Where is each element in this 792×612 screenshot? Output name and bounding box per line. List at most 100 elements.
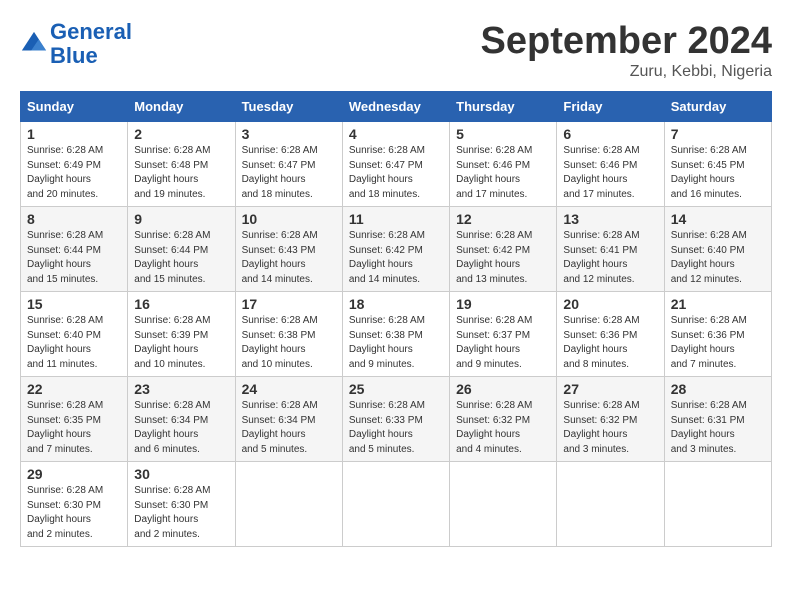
calendar-day-cell: 13 Sunrise: 6:28 AMSunset: 6:41 PMDaylig… — [557, 207, 664, 292]
day-number: 10 — [242, 211, 336, 227]
day-info: Sunrise: 6:28 AMSunset: 6:32 PMDaylight … — [456, 399, 550, 457]
calendar-day-cell: 6 Sunrise: 6:28 AMSunset: 6:46 PMDayligh… — [557, 122, 664, 207]
month-title: September 2024 — [481, 20, 773, 63]
logo-text: General Blue — [50, 20, 132, 68]
calendar-day-cell: 20 Sunrise: 6:28 AMSunset: 6:36 PMDaylig… — [557, 292, 664, 377]
weekday-header: Friday — [557, 92, 664, 122]
calendar-day-cell: 9 Sunrise: 6:28 AMSunset: 6:44 PMDayligh… — [128, 207, 235, 292]
calendar-day-cell — [342, 462, 449, 547]
weekday-header: Sunday — [21, 92, 128, 122]
calendar-day-cell: 2 Sunrise: 6:28 AMSunset: 6:48 PMDayligh… — [128, 122, 235, 207]
day-number: 21 — [671, 296, 765, 312]
day-number: 15 — [27, 296, 121, 312]
day-info: Sunrise: 6:28 AMSunset: 6:46 PMDaylight … — [456, 144, 550, 202]
day-number: 20 — [563, 296, 657, 312]
calendar-header-row: SundayMondayTuesdayWednesdayThursdayFrid… — [21, 92, 772, 122]
weekday-header: Wednesday — [342, 92, 449, 122]
day-info: Sunrise: 6:28 AMSunset: 6:48 PMDaylight … — [134, 144, 228, 202]
day-info: Sunrise: 6:28 AMSunset: 6:30 PMDaylight … — [27, 484, 121, 542]
calendar-day-cell: 15 Sunrise: 6:28 AMSunset: 6:40 PMDaylig… — [21, 292, 128, 377]
logo-line2: Blue — [50, 43, 98, 68]
day-number: 30 — [134, 466, 228, 482]
day-number: 6 — [563, 126, 657, 142]
day-number: 7 — [671, 126, 765, 142]
logo-line1: General — [50, 19, 132, 44]
day-info: Sunrise: 6:28 AMSunset: 6:38 PMDaylight … — [242, 314, 336, 372]
day-info: Sunrise: 6:28 AMSunset: 6:38 PMDaylight … — [349, 314, 443, 372]
calendar-week-row: 8 Sunrise: 6:28 AMSunset: 6:44 PMDayligh… — [21, 207, 772, 292]
day-info: Sunrise: 6:28 AMSunset: 6:40 PMDaylight … — [27, 314, 121, 372]
day-number: 26 — [456, 381, 550, 397]
day-number: 25 — [349, 381, 443, 397]
day-number: 13 — [563, 211, 657, 227]
page-header: General Blue September 2024 Zuru, Kebbi,… — [20, 20, 772, 81]
day-info: Sunrise: 6:28 AMSunset: 6:47 PMDaylight … — [242, 144, 336, 202]
calendar-day-cell: 22 Sunrise: 6:28 AMSunset: 6:35 PMDaylig… — [21, 377, 128, 462]
day-info: Sunrise: 6:28 AMSunset: 6:44 PMDaylight … — [27, 229, 121, 287]
location: Zuru, Kebbi, Nigeria — [481, 63, 773, 81]
calendar-week-row: 1 Sunrise: 6:28 AMSunset: 6:49 PMDayligh… — [21, 122, 772, 207]
weekday-header: Saturday — [664, 92, 771, 122]
day-number: 18 — [349, 296, 443, 312]
day-info: Sunrise: 6:28 AMSunset: 6:47 PMDaylight … — [349, 144, 443, 202]
day-info: Sunrise: 6:28 AMSunset: 6:34 PMDaylight … — [134, 399, 228, 457]
calendar-day-cell: 24 Sunrise: 6:28 AMSunset: 6:34 PMDaylig… — [235, 377, 342, 462]
calendar-day-cell: 19 Sunrise: 6:28 AMSunset: 6:37 PMDaylig… — [450, 292, 557, 377]
logo-icon — [20, 30, 48, 58]
day-number: 1 — [27, 126, 121, 142]
calendar-day-cell: 17 Sunrise: 6:28 AMSunset: 6:38 PMDaylig… — [235, 292, 342, 377]
calendar-day-cell: 3 Sunrise: 6:28 AMSunset: 6:47 PMDayligh… — [235, 122, 342, 207]
day-info: Sunrise: 6:28 AMSunset: 6:31 PMDaylight … — [671, 399, 765, 457]
day-number: 24 — [242, 381, 336, 397]
calendar-day-cell: 30 Sunrise: 6:28 AMSunset: 6:30 PMDaylig… — [128, 462, 235, 547]
calendar-week-row: 29 Sunrise: 6:28 AMSunset: 6:30 PMDaylig… — [21, 462, 772, 547]
day-info: Sunrise: 6:28 AMSunset: 6:43 PMDaylight … — [242, 229, 336, 287]
weekday-header: Tuesday — [235, 92, 342, 122]
calendar-day-cell: 7 Sunrise: 6:28 AMSunset: 6:45 PMDayligh… — [664, 122, 771, 207]
calendar-day-cell: 10 Sunrise: 6:28 AMSunset: 6:43 PMDaylig… — [235, 207, 342, 292]
calendar-day-cell: 28 Sunrise: 6:28 AMSunset: 6:31 PMDaylig… — [664, 377, 771, 462]
day-number: 4 — [349, 126, 443, 142]
calendar-day-cell: 14 Sunrise: 6:28 AMSunset: 6:40 PMDaylig… — [664, 207, 771, 292]
calendar-day-cell — [450, 462, 557, 547]
day-number: 12 — [456, 211, 550, 227]
day-number: 22 — [27, 381, 121, 397]
day-info: Sunrise: 6:28 AMSunset: 6:40 PMDaylight … — [671, 229, 765, 287]
day-number: 3 — [242, 126, 336, 142]
day-number: 19 — [456, 296, 550, 312]
calendar-day-cell: 12 Sunrise: 6:28 AMSunset: 6:42 PMDaylig… — [450, 207, 557, 292]
calendar-day-cell: 26 Sunrise: 6:28 AMSunset: 6:32 PMDaylig… — [450, 377, 557, 462]
day-info: Sunrise: 6:28 AMSunset: 6:35 PMDaylight … — [27, 399, 121, 457]
day-info: Sunrise: 6:28 AMSunset: 6:32 PMDaylight … — [563, 399, 657, 457]
day-info: Sunrise: 6:28 AMSunset: 6:41 PMDaylight … — [563, 229, 657, 287]
calendar-day-cell: 16 Sunrise: 6:28 AMSunset: 6:39 PMDaylig… — [128, 292, 235, 377]
day-number: 2 — [134, 126, 228, 142]
calendar-week-row: 15 Sunrise: 6:28 AMSunset: 6:40 PMDaylig… — [21, 292, 772, 377]
day-number: 16 — [134, 296, 228, 312]
day-info: Sunrise: 6:28 AMSunset: 6:45 PMDaylight … — [671, 144, 765, 202]
calendar-day-cell: 18 Sunrise: 6:28 AMSunset: 6:38 PMDaylig… — [342, 292, 449, 377]
day-number: 5 — [456, 126, 550, 142]
weekday-header: Monday — [128, 92, 235, 122]
day-number: 9 — [134, 211, 228, 227]
day-info: Sunrise: 6:28 AMSunset: 6:42 PMDaylight … — [456, 229, 550, 287]
calendar-table: SundayMondayTuesdayWednesdayThursdayFrid… — [20, 91, 772, 547]
day-number: 17 — [242, 296, 336, 312]
logo: General Blue — [20, 20, 132, 68]
day-info: Sunrise: 6:28 AMSunset: 6:30 PMDaylight … — [134, 484, 228, 542]
calendar-day-cell: 29 Sunrise: 6:28 AMSunset: 6:30 PMDaylig… — [21, 462, 128, 547]
day-number: 29 — [27, 466, 121, 482]
calendar-day-cell — [664, 462, 771, 547]
day-number: 8 — [27, 211, 121, 227]
day-info: Sunrise: 6:28 AMSunset: 6:44 PMDaylight … — [134, 229, 228, 287]
day-info: Sunrise: 6:28 AMSunset: 6:42 PMDaylight … — [349, 229, 443, 287]
day-info: Sunrise: 6:28 AMSunset: 6:36 PMDaylight … — [563, 314, 657, 372]
day-number: 11 — [349, 211, 443, 227]
day-info: Sunrise: 6:28 AMSunset: 6:33 PMDaylight … — [349, 399, 443, 457]
day-number: 27 — [563, 381, 657, 397]
day-info: Sunrise: 6:28 AMSunset: 6:34 PMDaylight … — [242, 399, 336, 457]
calendar-day-cell — [235, 462, 342, 547]
calendar-day-cell: 5 Sunrise: 6:28 AMSunset: 6:46 PMDayligh… — [450, 122, 557, 207]
calendar-day-cell: 8 Sunrise: 6:28 AMSunset: 6:44 PMDayligh… — [21, 207, 128, 292]
calendar-day-cell: 1 Sunrise: 6:28 AMSunset: 6:49 PMDayligh… — [21, 122, 128, 207]
